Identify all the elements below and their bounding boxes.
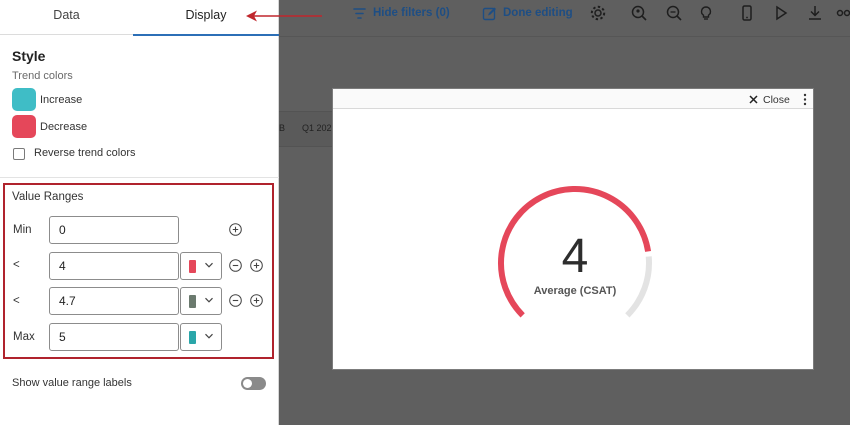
toolbar-divider	[279, 36, 850, 37]
modal-header: Close	[333, 89, 813, 109]
done-editing-button[interactable]: Done editing	[482, 5, 573, 21]
close-button[interactable]: Close	[749, 93, 790, 106]
reverse-trend-label: Reverse trend colors	[34, 147, 136, 159]
range-row-label: Max	[13, 331, 35, 343]
chevron-down-icon	[205, 297, 213, 303]
bulb-icon[interactable]	[697, 4, 715, 22]
remove-range-icon[interactable]	[229, 259, 242, 272]
decrease-label: Decrease	[40, 121, 88, 133]
search-user-icon[interactable]	[630, 4, 648, 22]
range-value-input[interactable]: 4	[49, 252, 179, 280]
range-color-chip	[189, 331, 196, 344]
range-color-select[interactable]	[180, 323, 222, 351]
toggle-knob	[243, 379, 252, 388]
gear-icon[interactable]	[589, 4, 607, 22]
reverse-trend-checkbox[interactable]	[13, 148, 25, 160]
panel-tabs: Data Display	[0, 0, 279, 36]
value-ranges-heading: Value Ranges	[12, 191, 84, 203]
max-value-input[interactable]: 5	[49, 323, 179, 351]
background-tick-label: B	[279, 123, 286, 133]
increase-color-swatch[interactable]	[12, 88, 36, 111]
chevron-down-icon	[205, 262, 213, 268]
settings-panel: Data Display Style Trend colors Increase…	[0, 0, 279, 425]
done-editing-label: Done editing	[503, 7, 573, 19]
hide-filters-label: Hide filters (0)	[373, 7, 450, 19]
range-color-select[interactable]	[180, 252, 222, 280]
play-icon[interactable]	[772, 4, 790, 22]
increase-label: Increase	[40, 94, 83, 106]
range-value-input[interactable]: 4.7	[49, 287, 179, 315]
show-range-labels-label: Show value range labels	[12, 377, 132, 389]
add-range-icon[interactable]	[250, 259, 263, 272]
edit-icon	[482, 7, 496, 20]
download-icon[interactable]	[806, 4, 824, 22]
decrease-color-swatch[interactable]	[12, 115, 36, 138]
share-icon[interactable]	[836, 4, 850, 22]
section-divider	[0, 177, 279, 178]
gauge-label: Average (CSAT)	[533, 285, 617, 297]
zoom-icon[interactable]	[665, 4, 683, 22]
mobile-icon[interactable]	[738, 4, 756, 22]
add-range-icon[interactable]	[250, 294, 263, 307]
style-heading: Style	[12, 48, 46, 64]
tab-data[interactable]: Data	[0, 0, 133, 35]
min-value-input[interactable]: 0	[49, 216, 179, 244]
chevron-down-icon	[205, 333, 213, 339]
widget-preview-modal: Close 4 Average (CSAT)	[332, 88, 814, 370]
more-options-icon[interactable]	[803, 93, 807, 106]
range-color-chip	[189, 260, 196, 273]
hide-filters-button[interactable]: Hide filters (0)	[352, 5, 450, 21]
add-range-icon[interactable]	[229, 223, 242, 236]
show-range-labels-toggle[interactable]	[241, 377, 266, 390]
range-row-label: <	[13, 295, 20, 307]
background-tick-label: Q1 202	[302, 123, 332, 133]
close-label: Close	[763, 93, 790, 106]
range-color-chip	[189, 295, 196, 308]
range-color-select[interactable]	[180, 287, 222, 315]
range-row-label: <	[13, 259, 20, 271]
range-row-label: Min	[13, 224, 32, 236]
trend-colors-label: Trend colors	[12, 70, 73, 82]
close-icon	[749, 95, 758, 104]
filter-icon	[353, 7, 366, 19]
remove-range-icon[interactable]	[229, 294, 242, 307]
gauge-value: 4	[561, 230, 589, 283]
annotation-arrow-icon	[246, 10, 322, 22]
